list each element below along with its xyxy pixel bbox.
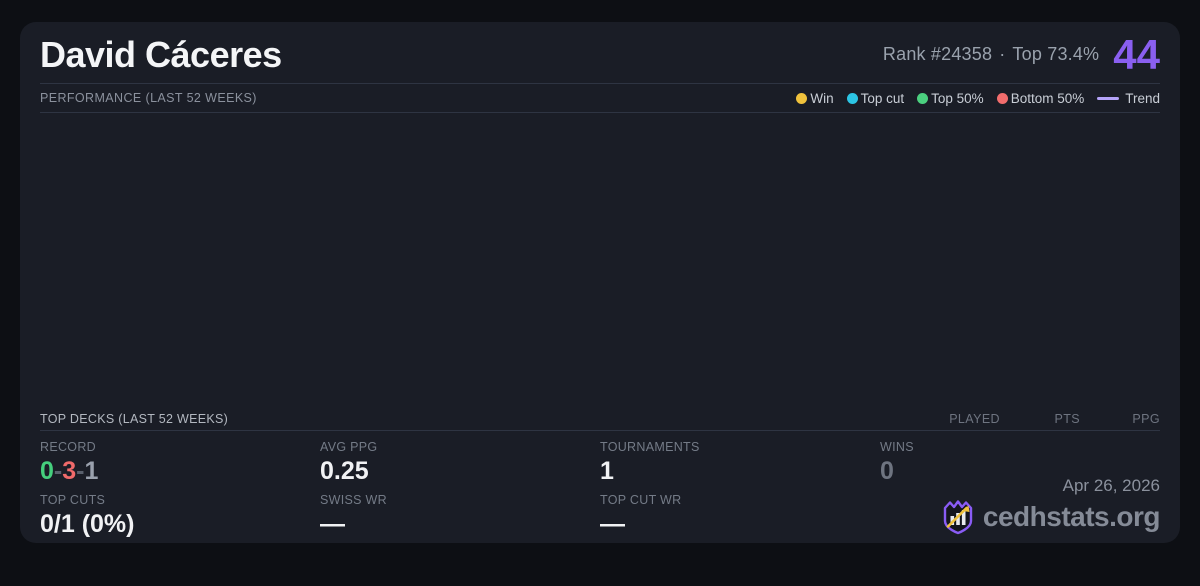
avg-ppg-value: 0.25 [320, 458, 600, 484]
header-rank-area: Rank #24358 · Top 73.4% 44 [883, 36, 1160, 74]
performance-chart-plot-area [40, 113, 1160, 407]
swiss-wr-value: — [320, 511, 600, 537]
dot-separator: · [999, 44, 1005, 64]
tournaments-value: 1 [600, 458, 880, 484]
stat-top-cut-wr: TOP CUT WR — [600, 484, 880, 537]
performance-title: PERFORMANCE (LAST 52 WEEKS) [40, 91, 257, 105]
page-title: David Cáceres [40, 37, 282, 73]
cedhstats-shield-logo-icon [941, 499, 975, 535]
stat-label: SWISS WR [320, 493, 600, 507]
win-dot-icon [796, 93, 807, 104]
stat-label: AVG PPG [320, 440, 600, 454]
legend-item-bottom-50[interactable]: Bottom 50% [997, 91, 1085, 106]
top-cut-dot-icon [847, 93, 858, 104]
chart-legend: Win Top cut Top 50% Bottom 50% Trend [796, 91, 1160, 106]
stat-label: WINS [880, 440, 1160, 454]
column-header-ppg: PPG [1080, 412, 1160, 426]
legend-item-top-cut[interactable]: Top cut [847, 91, 905, 106]
legend-label: Top cut [861, 91, 905, 106]
trend-line-icon [1097, 97, 1119, 100]
stat-swiss-wr: SWISS WR — [320, 484, 600, 537]
top-decks-column-headers: PLAYED PTS PPG [920, 412, 1160, 426]
stat-top-cuts: TOP CUTS 0/1 (0%) [40, 484, 320, 537]
legend-label: Top 50% [931, 91, 984, 106]
card-header: David Cáceres Rank #24358 · Top 73.4% 44 [40, 22, 1160, 84]
performance-header: PERFORMANCE (LAST 52 WEEKS) Win Top cut … [40, 84, 1160, 113]
record-wins: 0 [40, 457, 54, 485]
stat-tournaments: TOURNAMENTS 1 [600, 431, 880, 484]
legend-label: Bottom 50% [1011, 91, 1085, 106]
record-losses: 3 [62, 457, 76, 485]
top-decks-title: TOP DECKS (LAST 52 WEEKS) [40, 412, 228, 426]
stat-label: TOURNAMENTS [600, 440, 880, 454]
record-draws: 1 [84, 457, 98, 485]
column-header-played: PLAYED [920, 412, 1000, 426]
rank-label: Rank #24358 [883, 44, 992, 64]
rank-summary: Rank #24358 · Top 73.4% [883, 44, 1099, 65]
legend-item-trend[interactable]: Trend [1097, 91, 1160, 106]
legend-label: Trend [1125, 91, 1160, 106]
score-value: 44 [1113, 36, 1160, 74]
legend-item-top-50[interactable]: Top 50% [917, 91, 984, 106]
card-footer: Apr 26, 2026 cedhstats.org [941, 476, 1160, 535]
column-header-pts: PTS [1000, 412, 1080, 426]
legend-label: Win [810, 91, 833, 106]
legend-item-win[interactable]: Win [796, 91, 833, 106]
top-cut-wr-value: — [600, 511, 880, 537]
stat-avg-ppg: AVG PPG 0.25 [320, 431, 600, 484]
top-50-dot-icon [917, 93, 928, 104]
player-stats-card: David Cáceres Rank #24358 · Top 73.4% 44 P… [20, 22, 1180, 543]
stat-label: RECORD [40, 440, 320, 454]
record-separator: - [54, 457, 62, 485]
date-label: Apr 26, 2026 [941, 476, 1160, 496]
stat-label: TOP CUTS [40, 493, 320, 507]
brand-name: cedhstats.org [983, 503, 1160, 531]
top-cuts-value: 0/1 (0%) [40, 511, 320, 537]
top-decks-header: TOP DECKS (LAST 52 WEEKS) PLAYED PTS PPG [40, 407, 1160, 431]
stat-label: TOP CUT WR [600, 493, 880, 507]
top-percent-label: Top 73.4% [1012, 44, 1099, 64]
record-value: 0-3-1 [40, 458, 320, 484]
stat-record: RECORD 0-3-1 [40, 431, 320, 484]
brand[interactable]: cedhstats.org [941, 499, 1160, 535]
bottom-50-dot-icon [997, 93, 1008, 104]
